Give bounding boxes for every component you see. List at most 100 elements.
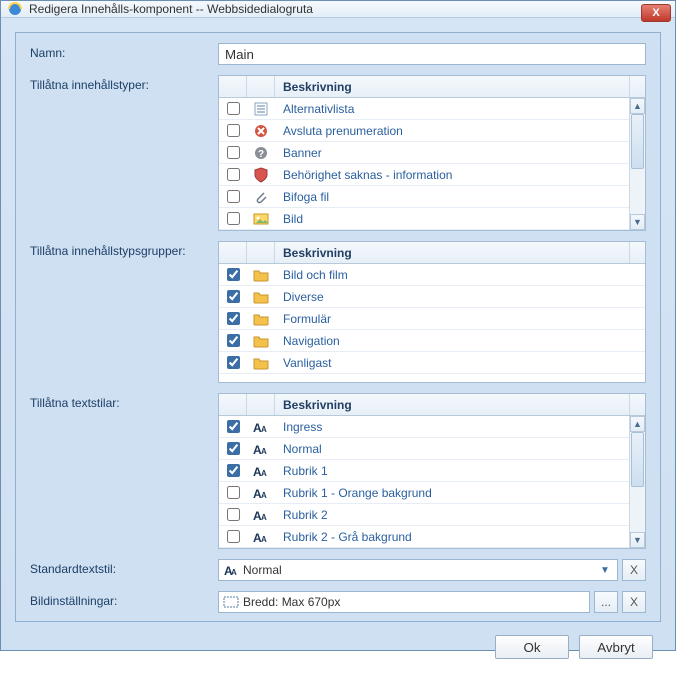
table-row[interactable]: Avsluta prenumeration [219,120,645,142]
row-name: Namn: [30,43,646,65]
row-icon-cell [247,211,275,227]
col-scroll-head [629,394,645,415]
grid-header-row: Beskrivning [219,76,645,98]
row-checkbox[interactable] [227,508,240,521]
scroll-up-icon[interactable]: ▲ [630,416,645,432]
row-checkbox[interactable] [227,212,240,225]
scroll-track[interactable] [630,432,645,532]
row-checkbox[interactable] [227,168,240,181]
scroll-thumb[interactable] [631,114,644,169]
table-row[interactable]: AARubrik 2 - Grå bakgrund [219,526,645,548]
row-checkbox-cell [219,442,247,455]
row-icon-cell: AA [247,441,275,457]
folder-icon [253,311,269,327]
table-row[interactable]: Behörighet saknas - information [219,164,645,186]
row-checkbox-cell [219,290,247,303]
col-description[interactable]: Beskrivning [275,394,629,415]
dimensions-icon [223,594,239,610]
table-row[interactable]: Vanligast [219,352,645,374]
row-checkbox[interactable] [227,464,240,477]
folder-icon [253,333,269,349]
row-icon-cell [247,123,275,139]
table-row[interactable]: AANormal [219,438,645,460]
row-checkbox[interactable] [227,334,240,347]
chevron-down-icon[interactable]: ▼ [597,560,613,580]
name-input[interactable] [218,43,646,65]
cancel-button[interactable]: Avbryt [579,635,653,659]
table-row[interactable]: AARubrik 2 [219,504,645,526]
label-content-types: Tillåtna innehållstyper: [30,75,218,92]
table-row[interactable]: Bild och film [219,264,645,286]
row-checkbox-cell [219,102,247,115]
client-area: Namn: Tillåtna innehållstyper: Beskrivni… [1,18,675,680]
ok-button[interactable]: Ok [495,635,569,659]
table-row[interactable]: Bild [219,208,645,230]
table-row[interactable]: Alternativlista [219,98,645,120]
row-checkbox[interactable] [227,268,240,281]
image-settings-clear-button[interactable]: X [622,591,646,613]
row-icon-cell [247,355,275,371]
table-row[interactable]: AAIngress [219,416,645,438]
table-row[interactable]: Formulär [219,308,645,330]
row-icon-cell: AA [247,507,275,523]
scroll-up-icon[interactable]: ▲ [630,98,645,114]
row-checkbox[interactable] [227,290,240,303]
grid-text-styles: Beskrivning AAIngressAANormalAARubrik 1A… [218,393,646,549]
grid-body-types: AlternativlistaAvsluta prenumeration?Ban… [219,98,645,230]
image-settings-value: Bredd: Max 670px [243,595,585,609]
row-checkbox[interactable] [227,356,240,369]
scroll-down-icon[interactable]: ▼ [630,214,645,230]
row-checkbox[interactable] [227,190,240,203]
row-description: Bild och film [275,268,629,282]
window-title: Redigera Innehålls-komponent -- Webbside… [29,2,313,16]
shield-icon [253,167,269,183]
svg-text:A: A [261,425,267,434]
scroll-thumb[interactable] [631,432,644,487]
row-checkbox[interactable] [227,486,240,499]
row-checkbox[interactable] [227,442,240,455]
row-content-types: Tillåtna innehållstyper: Beskrivning Alt… [30,75,646,231]
row-checkbox[interactable] [227,146,240,159]
label-content-groups: Tillåtna innehållstypsgrupper: [30,241,218,258]
col-description[interactable]: Beskrivning [275,76,629,97]
default-style-value: Normal [243,563,597,577]
table-row[interactable]: ?Banner [219,142,645,164]
row-description: Normal [275,442,629,456]
row-checkbox-cell [219,464,247,477]
row-checkbox-cell [219,168,247,181]
table-row[interactable]: Navigation [219,330,645,352]
text-style-icon: AA [223,562,239,578]
col-checkbox [219,76,247,97]
table-row[interactable]: AARubrik 1 [219,460,645,482]
label-default-style: Standardtextstil: [30,559,218,576]
svg-text:A: A [261,513,267,522]
row-description: Banner [275,146,629,160]
table-row[interactable]: AARubrik 1 - Orange bakgrund [219,482,645,504]
row-description: Bild [275,212,629,226]
row-checkbox[interactable] [227,530,240,543]
scroll-track[interactable] [630,114,645,214]
row-checkbox[interactable] [227,312,240,325]
col-description[interactable]: Beskrivning [275,242,629,263]
default-style-clear-button[interactable]: X [622,559,646,581]
row-checkbox-cell [219,334,247,347]
row-icon-cell: AA [247,463,275,479]
col-icon [247,242,275,263]
image-settings-field[interactable]: Bredd: Max 670px [218,591,590,613]
row-icon-cell [247,101,275,117]
image-settings-browse-button[interactable]: ... [594,591,618,613]
row-checkbox[interactable] [227,124,240,137]
scroll-down-icon[interactable]: ▼ [630,532,645,548]
table-row[interactable]: Bifoga fil [219,186,645,208]
default-style-combo[interactable]: AA Normal ▼ [218,559,618,581]
label-text-styles: Tillåtna textstilar: [30,393,218,410]
scrollbar-types[interactable]: ▲ ▼ [629,98,645,230]
row-checkbox[interactable] [227,420,240,433]
scrollbar-styles[interactable]: ▲ ▼ [629,416,645,548]
grid-content-groups: Beskrivning Bild och film DiverseFormulär… [218,241,646,383]
row-checkbox[interactable] [227,102,240,115]
table-row[interactable]: Diverse [219,286,645,308]
row-checkbox-cell [219,508,247,521]
grid-header-row: Beskrivning [219,394,645,416]
close-button[interactable]: X [641,4,671,22]
